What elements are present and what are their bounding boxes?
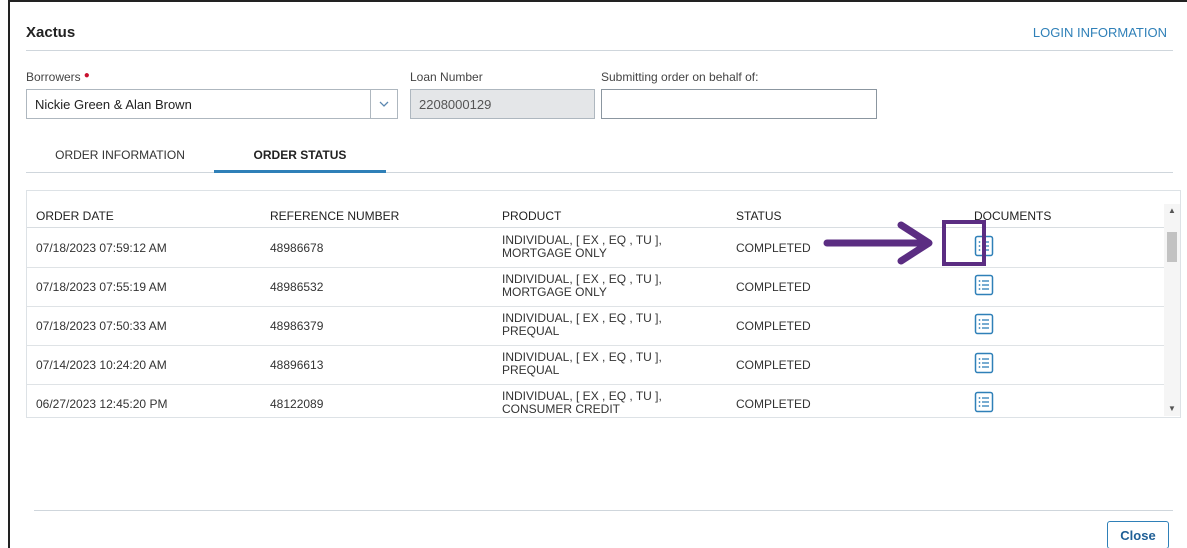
document-list-icon[interactable] [974, 274, 996, 298]
behalf-label: Submitting order on behalf of: [601, 70, 759, 84]
table-row: 06/27/2023 12:45:20 PM 48122089 INDIVIDU… [27, 385, 1165, 417]
order-date-cell: 07/18/2023 07:59:12 AM [36, 241, 167, 255]
status-cell: COMPLETED [736, 280, 811, 294]
table-row: 07/18/2023 07:59:12 AM 48986678 INDIVIDU… [27, 229, 1165, 268]
borrowers-label: Borrowers ● [26, 70, 90, 84]
header-divider [26, 50, 1173, 51]
order-date-cell: 07/18/2023 07:50:33 AM [36, 319, 167, 333]
scroll-down-icon[interactable]: ▼ [1164, 402, 1180, 416]
borrowers-value: Nickie Green & Alan Brown [35, 96, 192, 112]
required-indicator: ● [83, 70, 90, 81]
loan-number-label: Loan Number [410, 70, 483, 84]
reference-number-cell: 48122089 [270, 397, 324, 411]
order-status-table: ORDER DATE REFERENCE NUMBER PRODUCT STAT… [26, 190, 1181, 418]
scroll-up-icon[interactable]: ▲ [1164, 204, 1180, 218]
product-cell: INDIVIDUAL, [ EX , EQ , TU ], MORTGAGE ON… [502, 233, 662, 260]
status-cell: COMPLETED [736, 358, 811, 372]
annotation-highlight-box [942, 220, 986, 266]
column-header-order-date: ORDER DATE [36, 209, 114, 223]
reference-number-cell: 48986678 [270, 241, 324, 255]
product-cell: INDIVIDUAL, [ EX , EQ , TU ], PREQUAL [502, 311, 662, 338]
column-header-reference-number: REFERENCE NUMBER [270, 209, 400, 223]
status-cell: COMPLETED [736, 397, 811, 411]
document-list-icon[interactable] [974, 391, 996, 415]
tab-order-information[interactable]: ORDER INFORMATION [26, 143, 214, 173]
status-cell: COMPLETED [736, 241, 811, 255]
table-row: 07/18/2023 07:50:33 AM 48986379 INDIVIDU… [27, 307, 1165, 346]
document-list-icon[interactable] [974, 313, 996, 337]
table-header: ORDER DATE REFERENCE NUMBER PRODUCT STAT… [27, 204, 1165, 228]
chevron-down-icon[interactable] [370, 90, 397, 118]
reference-number-cell: 48986532 [270, 280, 324, 294]
annotation-arrow-icon [823, 221, 933, 265]
footer-divider [34, 510, 1173, 511]
tab-bar: ORDER INFORMATION ORDER STATUS [26, 143, 1173, 173]
column-header-status: STATUS [736, 209, 782, 223]
dialog-window: Xactus LOGIN INFORMATION Borrowers ● Loan… [8, 0, 1187, 548]
reference-number-cell: 48986379 [270, 319, 324, 333]
borrowers-select[interactable]: Nickie Green & Alan Brown [26, 89, 398, 119]
reference-number-cell: 48896613 [270, 358, 324, 372]
order-date-cell: 06/27/2023 12:45:20 PM [36, 397, 168, 411]
tab-order-status[interactable]: ORDER STATUS [214, 143, 386, 173]
scrollbar-thumb[interactable] [1167, 232, 1177, 262]
table-row: 07/14/2023 10:24:20 AM 48896613 INDIVIDU… [27, 346, 1165, 385]
product-cell: INDIVIDUAL, [ EX , EQ , TU ], MORTGAGE ON… [502, 272, 662, 299]
order-date-cell: 07/18/2023 07:55:19 AM [36, 280, 167, 294]
status-cell: COMPLETED [736, 319, 811, 333]
login-information-link[interactable]: LOGIN INFORMATION [1033, 25, 1167, 40]
loan-number-input [410, 89, 595, 119]
table-scrollbar[interactable]: ▲ ▼ [1164, 204, 1180, 416]
column-header-product: PRODUCT [502, 209, 562, 223]
table-row: 07/18/2023 07:55:19 AM 48986532 INDIVIDU… [27, 268, 1165, 307]
order-date-cell: 07/14/2023 10:24:20 AM [36, 358, 167, 372]
behalf-input[interactable] [601, 89, 877, 119]
product-cell: INDIVIDUAL, [ EX , EQ , TU ], CONSUMER CR… [502, 389, 662, 416]
document-list-icon[interactable] [974, 352, 996, 376]
product-cell: INDIVIDUAL, [ EX , EQ , TU ], PREQUAL [502, 350, 662, 377]
dialog-title: Xactus [26, 24, 76, 41]
close-button[interactable]: Close [1107, 521, 1169, 548]
